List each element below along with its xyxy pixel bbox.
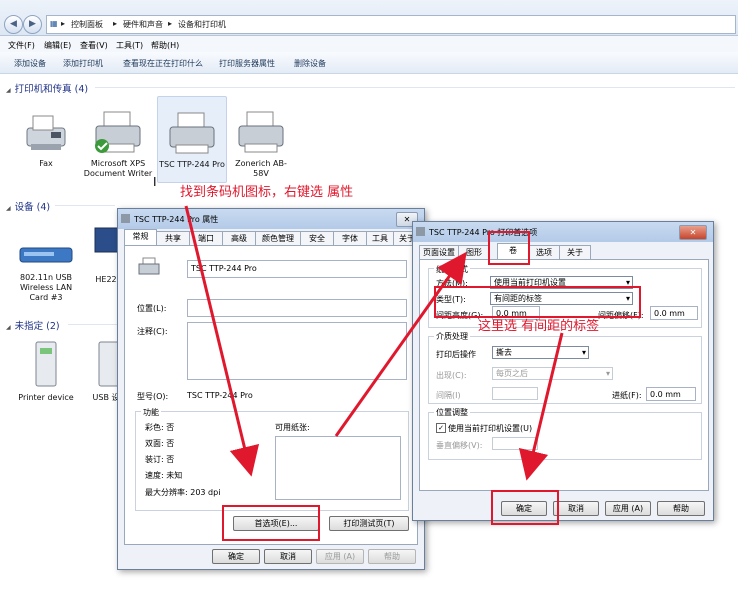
arrow-to-ok bbox=[518, 332, 564, 481]
annotation-select-type: 这里选 有间距的标签 bbox=[478, 319, 600, 334]
annotation-arrows bbox=[184, 205, 564, 481]
annotation-find-printer: 找到条码机图标，右键选 属性 bbox=[180, 185, 354, 200]
arrow-to-stock-tab bbox=[334, 251, 467, 437]
arrow-to-preferences bbox=[184, 205, 260, 477]
